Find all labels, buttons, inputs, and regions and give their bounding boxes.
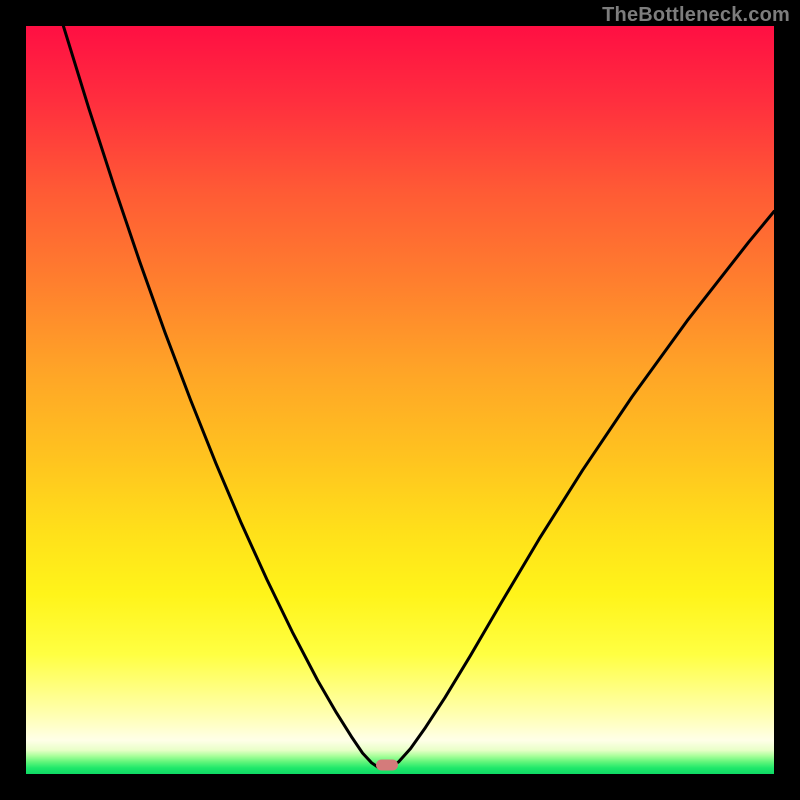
- chart-plot-area: [26, 26, 774, 774]
- chart-frame: TheBottleneck.com: [0, 0, 800, 800]
- attribution-text: TheBottleneck.com: [602, 4, 790, 27]
- curve-path: [63, 26, 774, 769]
- bottleneck-curve: [26, 26, 774, 774]
- optimal-point-marker: [376, 760, 398, 771]
